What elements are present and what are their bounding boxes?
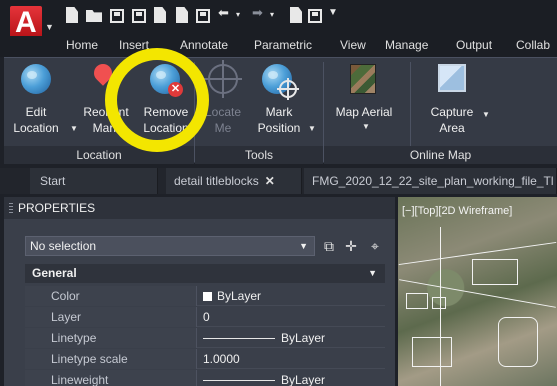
property-value: 0 <box>203 310 210 324</box>
chevron-down-icon: ▼ <box>362 122 370 131</box>
capture-area-label-2: Area <box>439 121 465 135</box>
print-icon[interactable] <box>196 9 210 23</box>
chevron-down-icon: ▼ <box>308 124 316 133</box>
mark-position-button[interactable]: Mark Position ▼ <box>250 58 316 146</box>
ribbon-panel: Edit Location ▼ Reorient Mark ✕ Remove L… <box>4 57 557 164</box>
properties-palette: PROPERTIES No selection ▼ ⧉ ✛ ⌖ General … <box>4 197 395 386</box>
panel-title-online-map: Online Map <box>324 146 557 164</box>
customize-quick-access-icon[interactable]: ▼ <box>328 7 338 18</box>
edit-location-label-1: Edit <box>25 105 47 119</box>
crosshair-icon <box>277 78 299 100</box>
title-bar: A ▼ ⬅ ▾ ➡ ▾ ▼ <box>0 0 557 40</box>
property-row-linetype[interactable]: Linetype ByLayer <box>25 328 385 348</box>
capture-area-button[interactable]: Capture Area ▼ <box>420 58 490 146</box>
file-tab-detail-titleblocks[interactable]: detail titleblocks ✕ <box>166 168 302 194</box>
properties-title: PROPERTIES <box>18 201 96 215</box>
share-icon[interactable] <box>290 7 302 23</box>
edit-location-label-2: Location <box>13 121 59 135</box>
tab-output[interactable]: Output <box>456 38 492 52</box>
drawing-building <box>406 293 428 309</box>
tab-manage[interactable]: Manage <box>385 38 428 52</box>
property-row-color[interactable]: Color ByLayer <box>25 286 385 306</box>
file-tab-label: FMG_2020_12_22_site_plan_working_file_Tl <box>312 174 554 188</box>
map-aerial-button[interactable]: Map Aerial ▼ <box>326 58 402 146</box>
property-label: Lineweight <box>25 370 197 386</box>
panel-title-tools: Tools <box>195 146 323 164</box>
open-folder-icon[interactable] <box>86 10 102 22</box>
publish-icon[interactable] <box>154 7 166 23</box>
property-label: Linetype scale <box>25 349 197 369</box>
file-tab-label: Start <box>40 174 66 188</box>
chevron-down-icon: ▼ <box>368 268 377 278</box>
locate-me-icon <box>204 60 242 98</box>
locate-me-label-2: Me <box>214 121 232 135</box>
new-file-icon[interactable] <box>66 7 78 23</box>
file-tab-start[interactable]: Start <box>30 168 158 194</box>
viewport-controls-label[interactable]: [−][Top][2D Wireframe] <box>402 205 512 217</box>
mark-position-label-2: Position <box>257 121 301 135</box>
properties-title-bar[interactable]: PROPERTIES <box>4 197 395 219</box>
highlight-circle <box>105 48 209 152</box>
redo-icon[interactable]: ➡ <box>252 5 263 21</box>
drawing-viewport[interactable]: [−][Top][2D Wireframe] <box>398 197 557 386</box>
save-as-icon[interactable] <box>132 9 146 23</box>
linetype-preview <box>203 338 275 339</box>
property-row-lineweight[interactable]: Lineweight ByLayer <box>25 370 385 386</box>
tab-view[interactable]: View <box>340 38 366 52</box>
property-value: ByLayer <box>281 331 326 345</box>
toggle-pickadd-icon[interactable]: ⧉ <box>320 237 338 255</box>
autocad-logo-icon: A <box>10 6 42 40</box>
file-tab-bar: Start detail titleblocks ✕ FMG_2020_12_22… <box>0 168 557 194</box>
file-tab-label: detail titleblocks <box>174 174 259 188</box>
tab-home[interactable]: Home <box>66 38 98 52</box>
tab-annotate[interactable]: Annotate <box>180 38 228 52</box>
property-row-linetype-scale[interactable]: Linetype scale 1.0000 <box>25 349 385 369</box>
mark-position-label-1: Mark <box>265 105 293 119</box>
drawing-building <box>498 317 538 367</box>
quick-select-icon[interactable]: ⌖ <box>366 237 384 255</box>
capture-area-label-1: Capture <box>430 105 474 119</box>
chevron-down-icon: ▼ <box>45 22 54 32</box>
property-label: Color <box>25 286 197 306</box>
property-row-layer[interactable]: Layer 0 <box>25 307 385 327</box>
property-value: ByLayer <box>281 373 326 386</box>
chevron-down-icon: ▼ <box>299 241 308 251</box>
drawing-building <box>412 337 452 367</box>
ribbon-tab-bar: Home Insert Annotate Parametric View Man… <box>0 36 557 57</box>
edit-location-button[interactable]: Edit Location ▼ <box>8 58 78 146</box>
map-aerial-label: Map Aerial <box>335 105 393 119</box>
property-label: Layer <box>25 307 197 327</box>
tab-parametric[interactable]: Parametric <box>254 38 312 52</box>
drawing-building <box>472 259 518 285</box>
redo-dropdown-icon[interactable]: ▾ <box>270 10 274 19</box>
close-icon[interactable]: ✕ <box>265 174 275 188</box>
property-value: ByLayer <box>217 289 262 303</box>
drawing-building <box>432 297 446 309</box>
selection-dropdown[interactable]: No selection ▼ <box>25 236 315 256</box>
save-icon[interactable] <box>110 9 124 23</box>
grip-icon[interactable] <box>9 203 13 214</box>
chevron-down-icon: ▼ <box>482 110 490 119</box>
section-title: General <box>32 266 77 280</box>
capture-area-icon <box>438 64 466 92</box>
tab-collaborate[interactable]: Collab <box>516 38 550 52</box>
aerial-map-icon <box>350 64 376 94</box>
globe-icon <box>21 64 51 94</box>
button-separator <box>410 62 411 146</box>
undo-icon[interactable]: ⬅ <box>218 5 229 21</box>
select-objects-icon[interactable]: ✛ <box>342 237 360 255</box>
lineweight-preview <box>203 380 275 381</box>
color-swatch-icon <box>203 292 212 301</box>
selection-value: No selection <box>30 239 97 253</box>
plot-icon[interactable] <box>176 7 188 23</box>
property-value: 1.0000 <box>203 352 240 366</box>
property-label: Linetype <box>25 328 197 348</box>
workspace-icon[interactable] <box>308 9 322 23</box>
undo-dropdown-icon[interactable]: ▾ <box>236 10 240 19</box>
section-header-general[interactable]: General ▼ <box>25 264 385 283</box>
file-tab-site-plan[interactable]: FMG_2020_12_22_site_plan_working_file_Tl <box>304 168 557 194</box>
